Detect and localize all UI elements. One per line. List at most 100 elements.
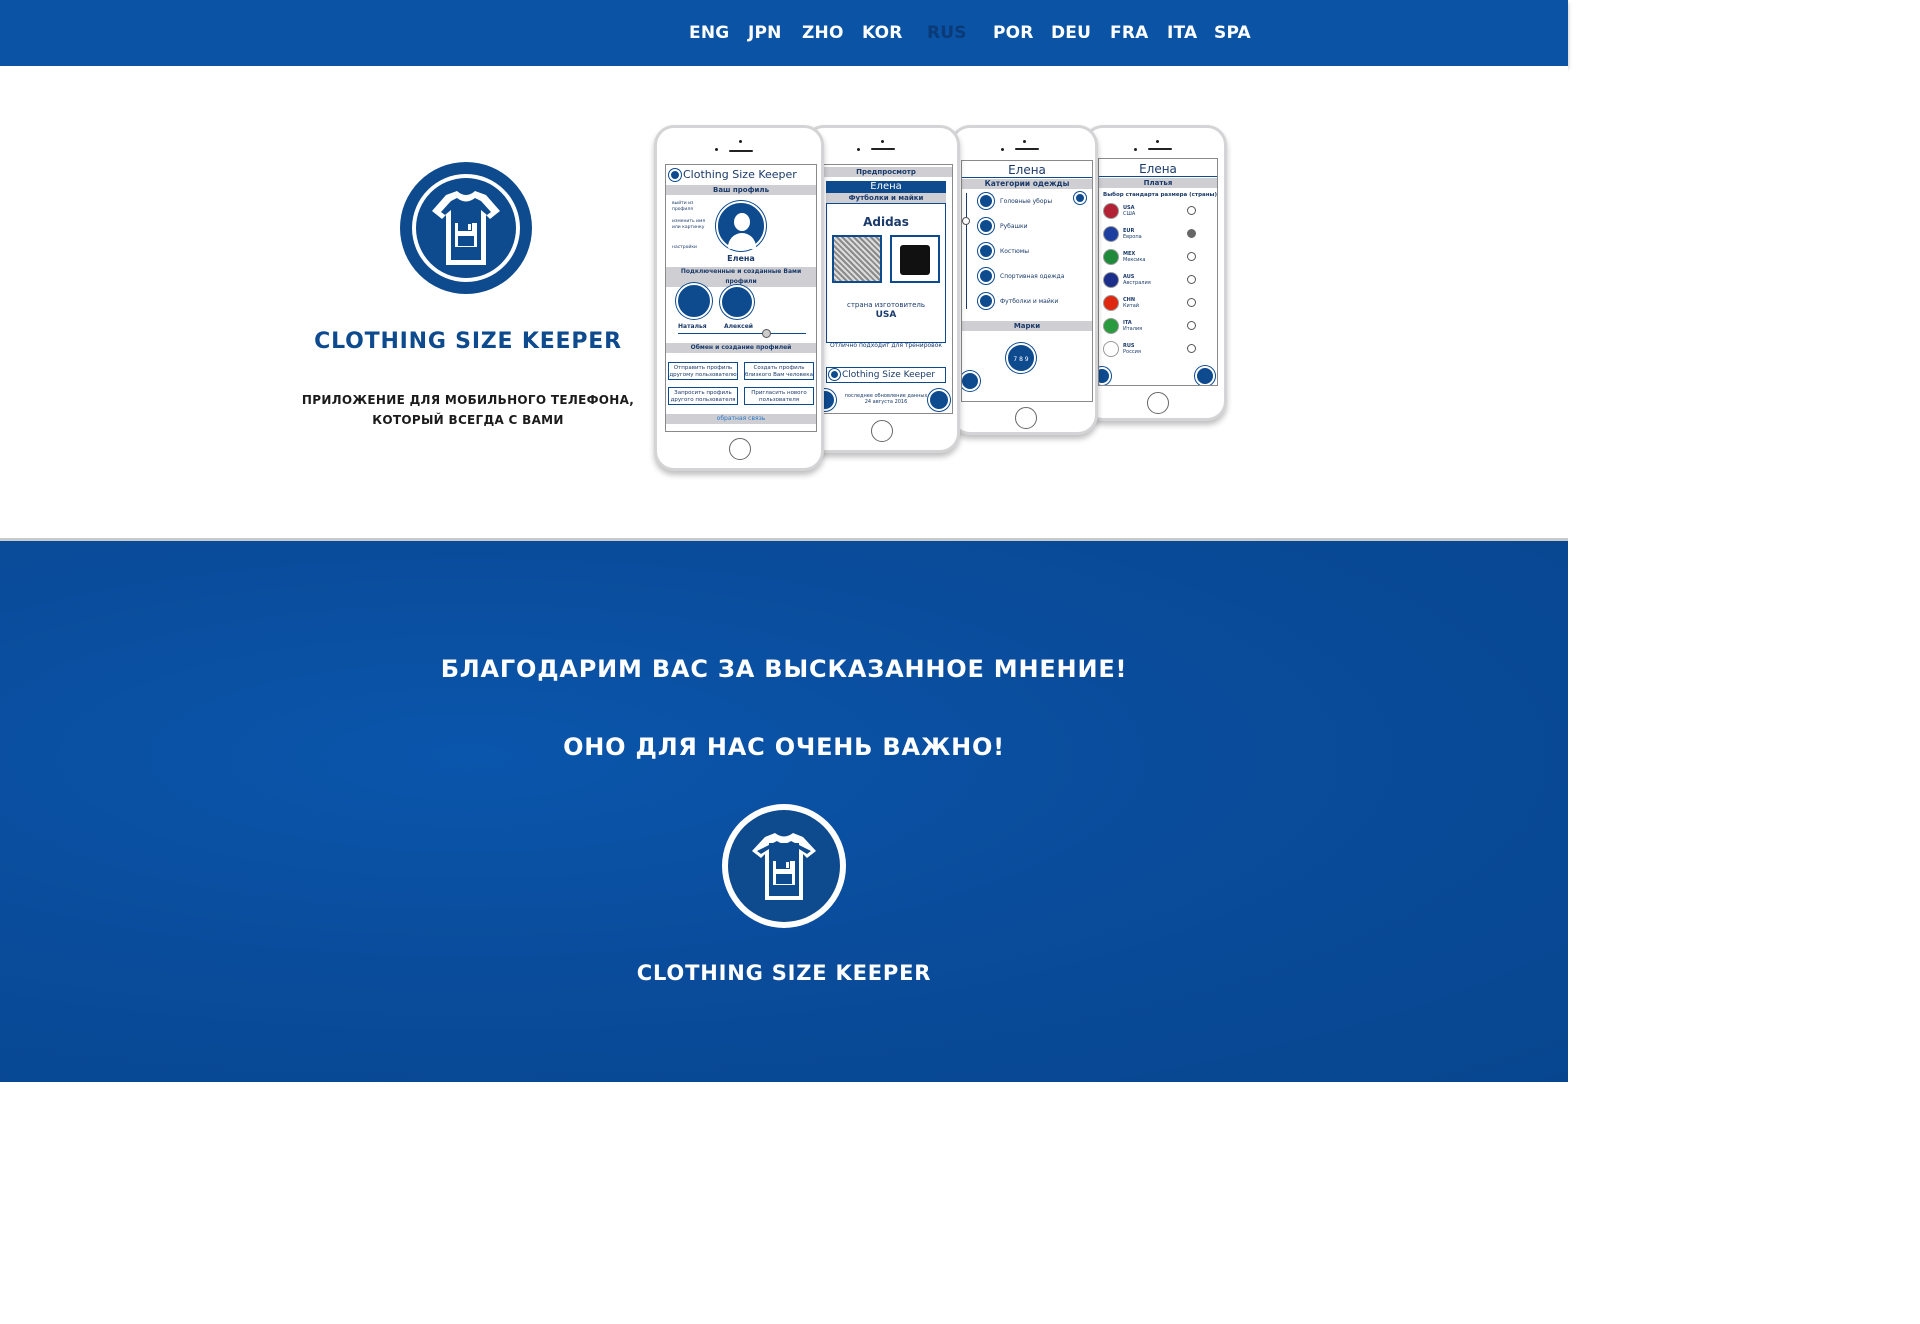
- tshirt-floppy-logo-icon: [400, 162, 532, 294]
- lang-jpn-link[interactable]: JPN: [748, 22, 782, 44]
- standard-name: Мексика: [1123, 257, 1146, 263]
- edit-icon[interactable]: [1074, 192, 1086, 204]
- invite-user-button[interactable]: Пригласить нового пользователя: [744, 387, 814, 405]
- flag-icon: [1103, 341, 1119, 357]
- screen-profile: Clothing Size Keeper Ваш профиль выйти и…: [665, 164, 817, 432]
- p2-updated: последнее обновление данных 24 августа 2…: [844, 393, 928, 405]
- flag-icon: [1103, 318, 1119, 334]
- p3-user-name: Елена: [1008, 163, 1046, 177]
- hero-app-title: CLOTHING SIZE KEEPER: [314, 329, 622, 354]
- flag-icon: [1103, 249, 1119, 265]
- lang-ita-link[interactable]: ITA: [1167, 22, 1197, 44]
- create-profile-button[interactable]: Создать профиль близкого Вам человека: [744, 362, 814, 380]
- standard-name: Австралия: [1123, 280, 1151, 286]
- phone-mockup-categories: Елена Категории одежды Головные уборы Руб…: [950, 125, 1098, 435]
- category-icon[interactable]: [978, 218, 994, 234]
- send-profile-button[interactable]: Отправить профиль другому пользователю: [668, 362, 738, 380]
- standard-radio[interactable]: [1187, 206, 1196, 215]
- hero-tagline: ПРИЛОЖЕНИЕ ДЛЯ МОБИЛЬНОГО ТЕЛЕФОНА, КОТО…: [250, 390, 686, 430]
- lang-deu-link[interactable]: DEU: [1051, 22, 1091, 44]
- p2-user-name: Елена: [826, 181, 946, 193]
- standard-radio[interactable]: [1187, 252, 1196, 261]
- category-icon[interactable]: [978, 193, 994, 209]
- p4-user-name: Елена: [1139, 162, 1177, 176]
- phone-mockup-standards: Елена Платья Выбор стандарта размера (ст…: [1083, 125, 1227, 421]
- save-icon[interactable]: [1195, 366, 1215, 385]
- app-logo-icon: [829, 369, 840, 380]
- thanks-section: БЛАГОДАРИМ ВАС ЗА ВЫСКАЗАННОЕ МНЕНИЕ! ОН…: [0, 538, 1568, 1082]
- thanks-subheading: ОНО ДЛЯ НАС ОЧЕНЬ ВАЖНО!: [563, 733, 1005, 761]
- hero-section: CLOTHING SIZE KEEPER ПРИЛОЖЕНИЕ ДЛЯ МОБИ…: [0, 66, 1568, 538]
- p2-category: Футболки и майки: [826, 193, 946, 203]
- phone-mockup-preview: Предпросмотр Елена Футболки и майки Adid…: [804, 125, 960, 453]
- screen-standards: Елена Платья Выбор стандарта размера (ст…: [1098, 158, 1218, 386]
- language-selector: ENG JPN ZHO KOR RUS POR DEU FRA ITA SPA: [0, 0, 1568, 66]
- standard-radio[interactable]: [1187, 275, 1196, 284]
- request-profile-button[interactable]: Запросить профиль другого пользователя: [668, 387, 738, 405]
- standard-radio[interactable]: [1187, 321, 1196, 330]
- avatar[interactable]: [676, 283, 712, 319]
- brand-badge-icon[interactable]: 7 8 9: [1006, 343, 1036, 373]
- top-navigation-bar: ENG JPN ZHO KOR RUS POR DEU FRA ITA SPA: [0, 0, 1568, 66]
- p1-friend-1: Наталья: [678, 323, 707, 330]
- avatar[interactable]: [716, 201, 766, 251]
- home-button: [729, 438, 751, 460]
- p4-section-bar: Платья: [1099, 178, 1217, 188]
- standard-name: Европа: [1123, 234, 1142, 240]
- category-item[interactable]: Футболки и майки: [1000, 297, 1058, 306]
- flag-icon: [1103, 295, 1119, 311]
- flag-icon: [1103, 272, 1119, 288]
- p2-origin-value: USA: [875, 310, 897, 320]
- home-button: [871, 420, 893, 442]
- avatar[interactable]: [720, 285, 754, 319]
- standard-name: Италия: [1123, 326, 1143, 332]
- tshirt-photo-image: [890, 235, 940, 283]
- home-button: [1015, 407, 1037, 429]
- footer-app-title: CLOTHING SIZE KEEPER: [636, 961, 932, 985]
- standard-radio[interactable]: [1187, 229, 1196, 238]
- tshirt-floppy-logo-icon: [722, 804, 846, 928]
- lang-kor-link[interactable]: KOR: [862, 22, 903, 44]
- p1-app-name: Clothing Size Keeper: [683, 168, 797, 181]
- p3-brands-bar: Марки: [962, 321, 1092, 331]
- p1-side-1[interactable]: выйти из профиля: [672, 201, 708, 213]
- standard-name: Россия: [1123, 349, 1141, 355]
- lang-spa-link[interactable]: SPA: [1214, 22, 1251, 44]
- category-icon[interactable]: [978, 243, 994, 259]
- category-item[interactable]: Спортивная одежда: [1000, 272, 1064, 281]
- app-logo-icon: [669, 169, 681, 181]
- profile-slider-handle[interactable]: [762, 329, 771, 338]
- lang-rus-link[interactable]: RUS: [927, 22, 967, 44]
- back-icon[interactable]: [962, 371, 980, 391]
- p1-friend-2: Алексей: [724, 323, 754, 330]
- screen-preview: Предпросмотр Елена Футболки и майки Adid…: [819, 164, 953, 414]
- p2-brand: Adidas: [863, 215, 909, 229]
- back-icon[interactable]: [1099, 367, 1111, 385]
- lang-zho-link[interactable]: ZHO: [802, 22, 844, 44]
- mail-icon[interactable]: [928, 389, 950, 411]
- standard-radio[interactable]: [1187, 344, 1196, 353]
- category-icon[interactable]: [978, 293, 994, 309]
- category-item[interactable]: Головные уборы: [1000, 197, 1052, 206]
- lang-fra-link[interactable]: FRA: [1110, 22, 1148, 44]
- p1-side-2[interactable]: изменить имя или картинку: [672, 219, 708, 231]
- p3-categories-bar: Категории одежды: [962, 179, 1092, 189]
- label-photo-image: [832, 235, 882, 283]
- p2-app-name: Clothing Size Keeper: [842, 370, 936, 380]
- p4-standard-label: Выбор стандарта размера (страны): [1103, 192, 1218, 198]
- flag-icon: [1103, 226, 1119, 242]
- category-item[interactable]: Рубашки: [1000, 222, 1028, 231]
- thanks-heading: БЛАГОДАРИМ ВАС ЗА ВЫСКАЗАННОЕ МНЕНИЕ!: [440, 655, 1128, 683]
- p1-exchange-bar: Обмен и создание профилей: [666, 343, 816, 353]
- p1-side-3[interactable]: настройки: [672, 245, 708, 251]
- lang-por-link[interactable]: POR: [993, 22, 1034, 44]
- category-icon[interactable]: [978, 268, 994, 284]
- feedback-link[interactable]: обратная связь: [666, 414, 816, 424]
- home-button: [1147, 392, 1169, 414]
- p2-preview-bar: Предпросмотр: [820, 167, 952, 177]
- lang-eng-link[interactable]: ENG: [689, 22, 729, 44]
- standard-radio[interactable]: [1187, 298, 1196, 307]
- category-item[interactable]: Костюмы: [1000, 247, 1029, 256]
- standard-name: Китай: [1123, 303, 1140, 309]
- phone-mockup-profile: Clothing Size Keeper Ваш профиль выйти и…: [654, 125, 824, 471]
